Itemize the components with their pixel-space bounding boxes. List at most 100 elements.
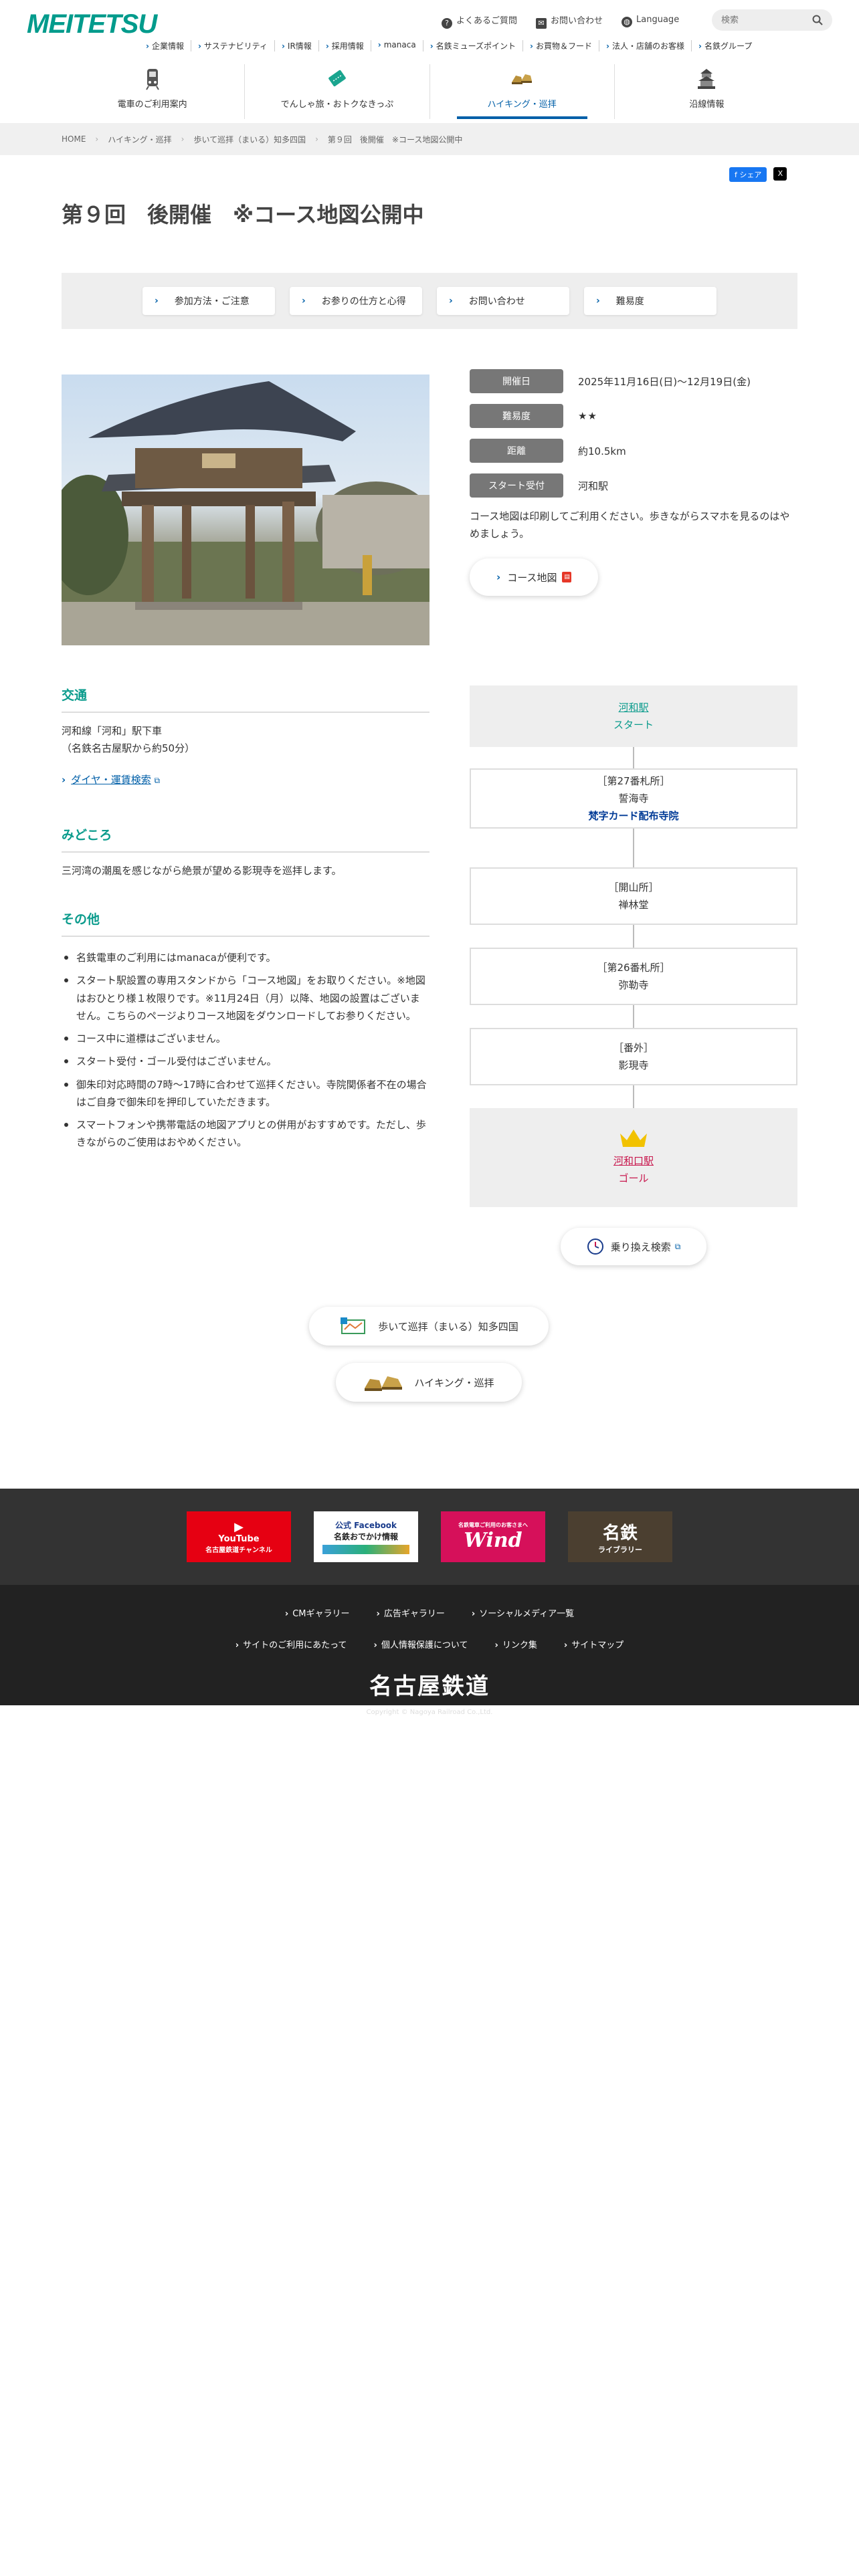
date-label: 開催日 xyxy=(470,369,563,393)
list-item: 御朱印対応時間の7時〜17時に合わせて巡拝ください。寺院関係者不在の場合はご自身… xyxy=(62,1076,430,1111)
breadcrumb-current: 第９回 後開催 ※コース地図公開中 xyxy=(327,134,463,144)
highlight-text: 三河湾の潮風を感じながら絶景が望める影現寺を巡拝します。 xyxy=(62,865,342,877)
terms-link[interactable]: サイトのご利用にあたって xyxy=(235,1638,347,1650)
course-map-button[interactable]: コース地図▤ xyxy=(470,558,599,596)
start-value: 河和駅 xyxy=(578,479,609,492)
distance-value: 約10.5km xyxy=(578,445,626,457)
site-logo[interactable]: MEITETSU xyxy=(27,9,157,39)
clock-icon xyxy=(587,1239,603,1255)
list-item: 名鉄電車のご利用にはmanacaが便利です。 xyxy=(62,949,430,966)
route-start: 河和駅 スタート xyxy=(470,685,797,747)
wind-banner[interactable]: 名鉄電車ご利用のお客さまへ Wind xyxy=(441,1511,545,1562)
start-station-link[interactable]: 河和駅 xyxy=(470,699,797,716)
business-link[interactable]: 法人・店舗のお客様 xyxy=(599,40,691,51)
timetable-search-link[interactable]: ダイヤ・運賃検索 xyxy=(71,774,151,786)
chevron-right-icon: › xyxy=(315,134,318,144)
gnav-tickets[interactable]: でんしゃ旅・おトクなきっぷ xyxy=(244,64,429,119)
hiking-button[interactable]: ハイキング・巡拝 xyxy=(336,1363,522,1402)
ticket-icon xyxy=(328,70,346,87)
pdf-icon: ▤ xyxy=(562,572,572,582)
map-note: コース地図は印刷してご利用ください。歩きながらスマホを見るのはやめましょう。 xyxy=(470,510,790,540)
other-list: 名鉄電車のご利用にはmanacaが便利です。 スタート駅設置の専用スタンドから「… xyxy=(62,949,430,1152)
banner-decoration xyxy=(322,1545,409,1554)
gnav-hiking[interactable]: ハイキング・巡拝 xyxy=(429,64,614,119)
corporate-link[interactable]: 企業情報 xyxy=(139,40,191,51)
start-label: スタート受付 xyxy=(470,473,563,498)
muse-point-link[interactable]: 名鉄ミューズポイント xyxy=(422,40,522,51)
anchor-difficulty[interactable]: 難易度 xyxy=(584,287,717,315)
external-link-icon: ⧉ xyxy=(674,1241,681,1251)
route-stop: ［開山所］ 禅林堂 xyxy=(470,867,797,925)
goal-station-link[interactable]: 河和口駅 xyxy=(470,1152,797,1170)
youtube-banner[interactable]: ▶ YouTube 名古屋鉄道チャンネル xyxy=(187,1511,291,1562)
links-link[interactable]: リンク集 xyxy=(494,1638,537,1650)
page-title: 第９回 後開催 ※コース地図公開中 xyxy=(62,202,424,227)
manaca-link[interactable]: manaca xyxy=(370,40,423,51)
anchor-participation[interactable]: 参加方法・ご注意 xyxy=(142,287,275,315)
event-info: 開催日 2025年11月16日(日)〜12月19日(金) 難易度 ★★ 距離 約10.… xyxy=(470,369,797,596)
shopping-link[interactable]: お買物＆フード xyxy=(522,40,599,51)
search-box xyxy=(712,9,832,31)
temple-gate-photo xyxy=(62,374,430,645)
access-section: 交通 河和線「河和」駅下車 （名鉄名古屋駅から約50分） › ダイヤ・運賃検索 ⧉ xyxy=(62,685,430,786)
chevron-right-icon: › xyxy=(62,773,66,786)
transfer-search-button[interactable]: 乗り換え検索 ⧉ xyxy=(561,1228,706,1265)
language-link[interactable]: ◍ Language xyxy=(622,15,679,27)
sustainability-link[interactable]: サステナビリティ xyxy=(190,40,274,51)
x-share-button[interactable]: X xyxy=(773,167,787,181)
chevron-right-icon: › xyxy=(181,134,185,144)
pilgrimage-map-icon xyxy=(341,1317,366,1334)
global-nav: 電車のご利用案内 でんしゃ旅・おトクなきっぷ ハイキング・巡拝 沿線情報 xyxy=(60,64,799,119)
difficulty-stars: ★★ xyxy=(578,410,597,422)
breadcrumb: HOME › ハイキング・巡拝 › 歩いて巡拝（まいる）知多四国 › 第９回 後開催 … xyxy=(0,123,859,155)
faq-link[interactable]: ? よくあるご質問 xyxy=(442,13,517,29)
footer-logo[interactable]: 名古屋鉄道 xyxy=(0,1668,859,1701)
ad-gallery-link[interactable]: 広告ギャラリー xyxy=(377,1606,445,1619)
breadcrumb-hiking[interactable]: ハイキング・巡拝 xyxy=(108,134,171,145)
difficulty-row: 難易度 ★★ xyxy=(470,404,797,428)
distance-row: 距離 約10.5km xyxy=(470,439,797,463)
privacy-link[interactable]: 個人情報保護について xyxy=(373,1638,468,1650)
chevron-right-icon: › xyxy=(95,134,99,144)
other-heading: その他 xyxy=(62,909,430,937)
list-item: スタート駅設置の専用スタンドから「コース地図」をお取りください。※地図はおひとり… xyxy=(62,972,430,1025)
gnav-area[interactable]: 沿線情報 xyxy=(613,64,799,119)
difficulty-label: 難易度 xyxy=(470,404,563,428)
share-buttons: f シェア X xyxy=(729,167,787,182)
search-icon[interactable] xyxy=(812,15,823,25)
globe-icon: ◍ xyxy=(622,17,633,27)
cm-gallery-link[interactable]: CMギャラリー xyxy=(285,1606,349,1619)
list-item: コース中に道標はございません。 xyxy=(62,1030,430,1047)
hiking-shoes-icon xyxy=(365,1376,403,1391)
facebook-banner[interactable]: 公式 Facebook 名鉄おでかけ情報 xyxy=(314,1511,418,1562)
contact-link[interactable]: ✉ お問い合わせ xyxy=(536,13,603,29)
anchor-manners[interactable]: お参りの仕方と心得 xyxy=(290,287,422,315)
youtube-icon: ▶ xyxy=(234,1519,244,1534)
sitemap-link[interactable]: サイトマップ xyxy=(564,1638,624,1650)
anchor-links: 参加方法・ご注意 お参りの仕方と心得 お問い合わせ 難易度 xyxy=(62,273,797,329)
list-item: スタート受付・ゴール受付はございません。 xyxy=(62,1053,430,1070)
date-row: 開催日 2025年11月16日(日)〜12月19日(金) xyxy=(470,369,797,393)
library-banner[interactable]: 名鉄 ライブラリー xyxy=(568,1511,672,1562)
other-section: その他 名鉄電車のご利用にはmanacaが便利です。 スタート駅設置の専用スタン… xyxy=(62,909,430,1157)
breadcrumb-home[interactable]: HOME xyxy=(62,134,86,144)
footer-banners: ▶ YouTube 名古屋鉄道チャンネル 公式 Facebook 名鉄おでかけ情… xyxy=(0,1489,859,1585)
access-subtext: （名鉄名古屋駅から約50分） xyxy=(62,742,195,755)
corporate-links: 企業情報 サステナビリティ IR情報 採用情報 manaca 名鉄ミューズポイン… xyxy=(139,40,759,51)
train-icon xyxy=(145,69,159,90)
facebook-share-button[interactable]: f シェア xyxy=(729,167,767,182)
crown-icon xyxy=(620,1129,647,1147)
gnav-train[interactable]: 電車のご利用案内 xyxy=(60,64,244,119)
search-input[interactable] xyxy=(721,15,808,25)
ir-link[interactable]: IR情報 xyxy=(274,40,318,51)
recruit-link[interactable]: 採用情報 xyxy=(318,40,371,51)
breadcrumb-chita[interactable]: 歩いて巡拝（まいる）知多四国 xyxy=(193,134,306,145)
chita-pilgrimage-button[interactable]: 歩いて巡拝（まいる）知多四国 xyxy=(309,1307,549,1346)
group-link[interactable]: 名鉄グループ xyxy=(690,40,759,51)
start-label: スタート xyxy=(613,719,654,731)
route-stop: ［第26番札所］ 弥勒寺 xyxy=(470,948,797,1005)
social-media-link[interactable]: ソーシャルメディア一覧 xyxy=(472,1606,574,1619)
logo-text: MEITETSU xyxy=(27,9,157,39)
mail-icon: ✉ xyxy=(536,18,547,29)
anchor-contact[interactable]: お問い合わせ xyxy=(437,287,569,315)
